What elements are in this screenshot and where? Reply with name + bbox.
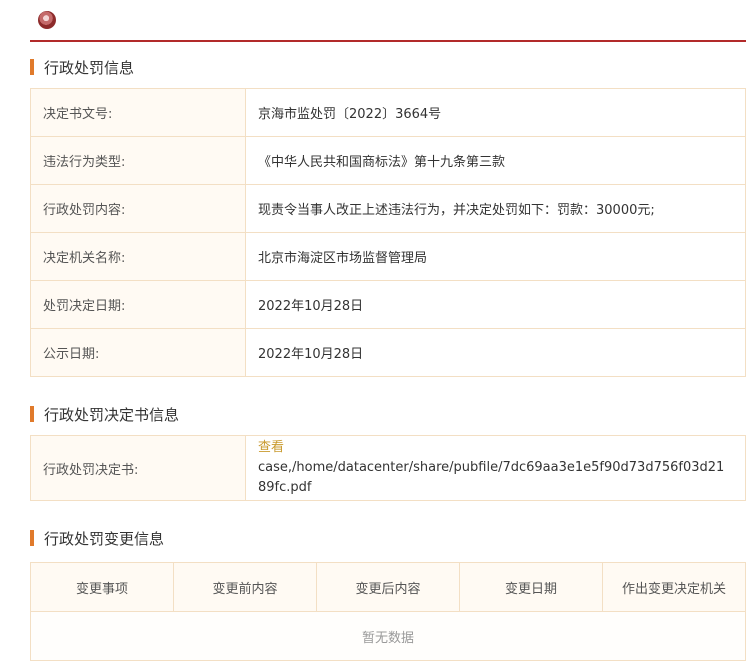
column-header: 作出变更决定机关: [602, 562, 746, 612]
section-title-text: 行政处罚决定书信息: [44, 405, 180, 424]
table-row: 违法行为类型: 《中华人民共和国商标法》第十九条第三款: [30, 136, 746, 185]
change-info-table: 变更事项 变更前内容 变更后内容 变更日期 作出变更决定机关 暂无数据: [30, 562, 746, 661]
header-divider: [30, 40, 746, 42]
section-marker-icon: [30, 530, 34, 546]
field-value: 京海市监处罚〔2022〕3664号: [245, 88, 746, 137]
page: 行政处罚信息 决定书文号: 京海市监处罚〔2022〕3664号 违法行为类型: …: [0, 0, 756, 661]
field-value: 北京市海淀区市场监督管理局: [245, 232, 746, 281]
document-path-line1: case,/home/datacenter/share/pubfile/7dc6…: [258, 460, 725, 475]
top-bar: [0, 0, 756, 42]
column-header: 变更事项: [30, 562, 174, 612]
field-label: 违法行为类型:: [30, 136, 246, 185]
field-label: 处罚决定日期:: [30, 280, 246, 329]
section-title-penalty-info: 行政处罚信息: [30, 57, 134, 77]
section-marker-icon: [30, 59, 34, 75]
table-row: 处罚决定日期: 2022年10月28日: [30, 280, 746, 329]
document-path-line2: 89fc.pdf: [258, 480, 312, 495]
field-label: 决定书文号:: [30, 88, 246, 137]
table-row: 暂无数据: [30, 611, 746, 661]
decision-doc-table: 行政处罚决定书: 查看 case,/home/datacenter/share/…: [30, 435, 746, 501]
view-document-link[interactable]: 查看: [258, 438, 733, 458]
field-label: 公示日期:: [30, 328, 246, 377]
table-row: 决定书文号: 京海市监处罚〔2022〕3664号: [30, 88, 746, 137]
field-value: 现责令当事人改正上述违法行为，并决定处罚如下：罚款：30000元;: [245, 184, 746, 233]
table-row: 公示日期: 2022年10月28日: [30, 328, 746, 377]
field-value: 2022年10月28日: [245, 280, 746, 329]
penalty-info-table: 决定书文号: 京海市监处罚〔2022〕3664号 违法行为类型: 《中华人民共和…: [30, 88, 746, 377]
table-row: 决定机关名称: 北京市海淀区市场监督管理局: [30, 232, 746, 281]
column-header: 变更日期: [459, 562, 603, 612]
section-title-decision-doc: 行政处罚决定书信息: [30, 404, 179, 424]
table-header-row: 变更事项 变更前内容 变更后内容 变更日期 作出变更决定机关: [30, 562, 746, 612]
field-value: 2022年10月28日: [245, 328, 746, 377]
field-label: 决定机关名称:: [30, 232, 246, 281]
section-title-change-info: 行政处罚变更信息: [30, 528, 164, 548]
field-label: 行政处罚内容:: [30, 184, 246, 233]
seal-logo-icon: [38, 11, 56, 29]
column-header: 变更前内容: [173, 562, 317, 612]
field-value: 查看 case,/home/datacenter/share/pubfile/7…: [245, 435, 746, 501]
field-value: 《中华人民共和国商标法》第十九条第三款: [245, 136, 746, 185]
column-header: 变更后内容: [316, 562, 460, 612]
section-title-text: 行政处罚变更信息: [44, 529, 165, 548]
empty-state-text: 暂无数据: [30, 611, 746, 661]
table-row: 行政处罚内容: 现责令当事人改正上述违法行为，并决定处罚如下：罚款：30000元…: [30, 184, 746, 233]
field-label: 行政处罚决定书:: [30, 435, 246, 501]
section-title-text: 行政处罚信息: [44, 58, 135, 77]
table-row: 行政处罚决定书: 查看 case,/home/datacenter/share/…: [30, 435, 746, 501]
section-marker-icon: [30, 406, 34, 422]
